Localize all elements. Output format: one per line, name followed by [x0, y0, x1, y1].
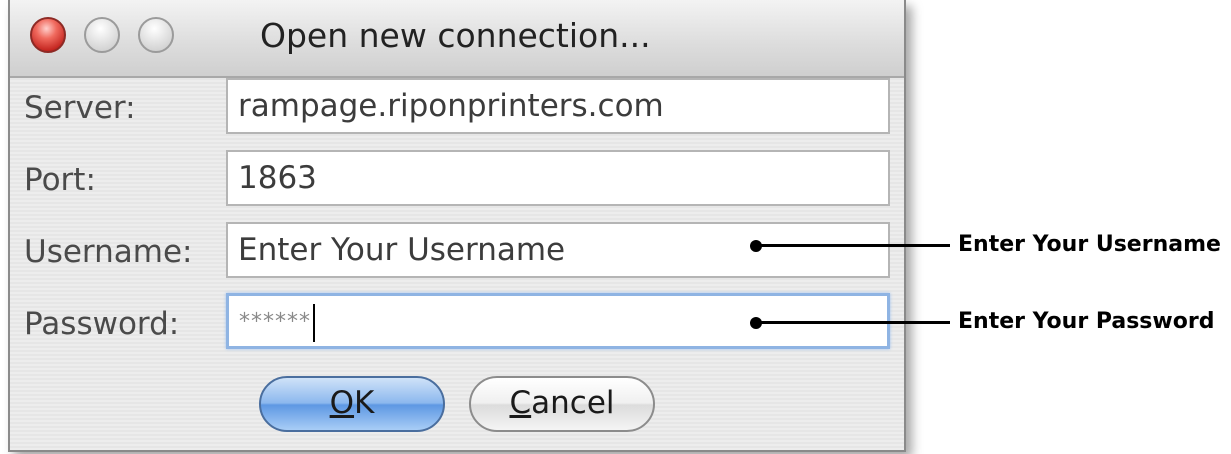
ok-button[interactable]: OK	[259, 376, 445, 432]
port-input[interactable]: 1863	[226, 150, 890, 206]
password-mask: ******	[239, 309, 311, 335]
server-input[interactable]: rampage.riponprinters.com	[226, 78, 890, 134]
open-connection-dialog: Open new connection... Server: rampage.r…	[8, 0, 906, 452]
cancel-mnemonic: C	[509, 385, 532, 421]
password-label: Password:	[24, 306, 180, 342]
server-label: Server:	[24, 90, 136, 126]
password-callout-label: Enter Your Password	[958, 309, 1215, 334]
minimize-window-icon[interactable]	[84, 17, 120, 53]
username-callout-label: Enter Your Username	[958, 232, 1221, 257]
zoom-window-icon[interactable]	[138, 17, 174, 53]
ok-mnemonic: O	[329, 385, 355, 421]
title-bar: Open new connection...	[10, 0, 904, 78]
password-callout-line	[756, 321, 950, 324]
text-caret	[313, 303, 315, 342]
username-callout-line	[756, 244, 950, 247]
port-label: Port:	[24, 162, 96, 198]
close-window-icon[interactable]	[30, 17, 66, 53]
username-input[interactable]: Enter Your Username	[226, 222, 890, 278]
cancel-button[interactable]: Cancel	[469, 376, 655, 432]
username-label: Username:	[24, 234, 193, 270]
ok-label-rest: K	[354, 385, 375, 421]
window-title: Open new connection...	[260, 16, 651, 55]
cancel-label-rest: ancel	[531, 385, 615, 421]
